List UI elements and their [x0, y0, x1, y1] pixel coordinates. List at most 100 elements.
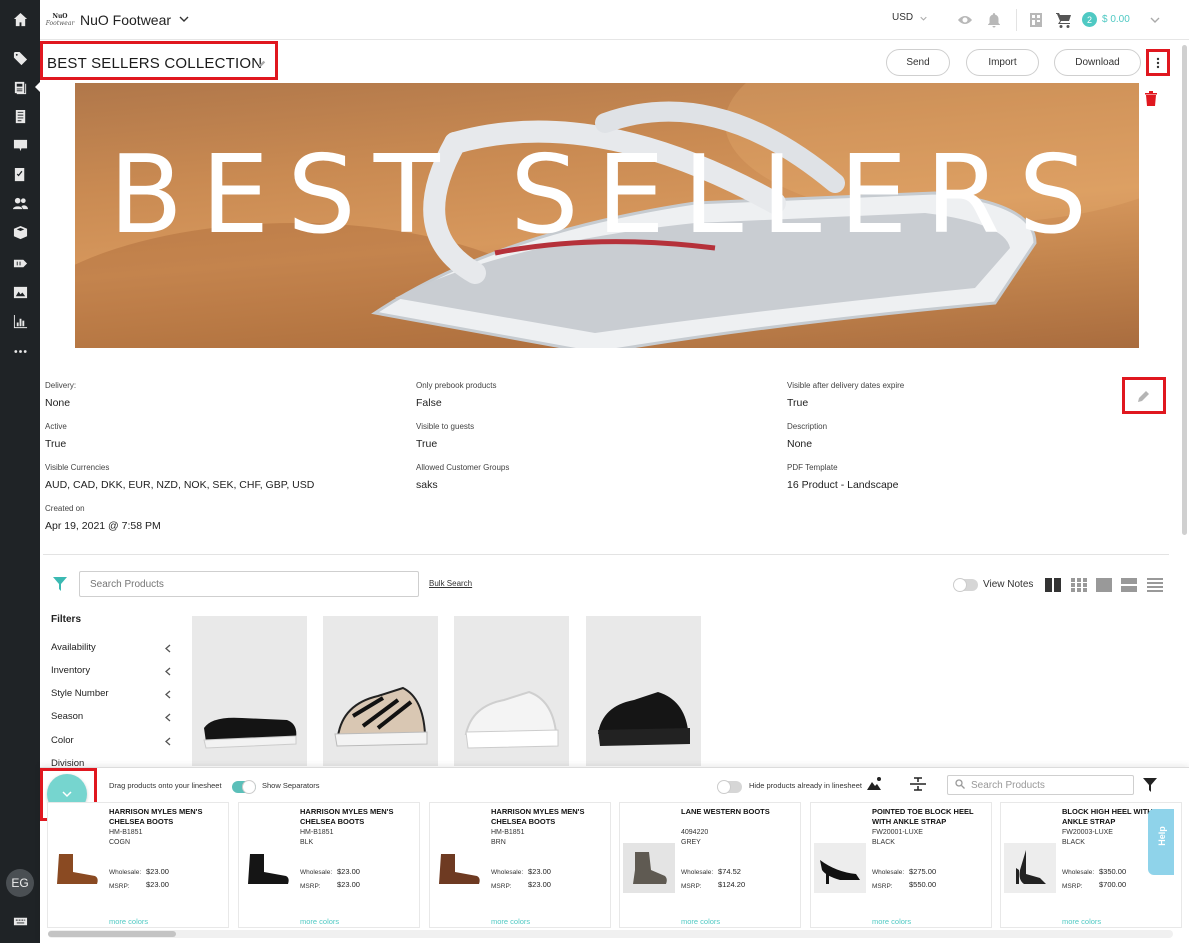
drawer-product-card[interactable]: POINTED TOE BLOCK HEEL WITH ANKLE STRAP … [810, 802, 992, 928]
drawer-product-card[interactable]: LANE WESTERN BOOTS 4094220 GREY Wholesal… [619, 802, 801, 928]
hide-in-linesheet-label: Hide products already in linesheet [749, 781, 862, 790]
media-icon[interactable] [10, 282, 30, 302]
filter-color[interactable]: Color [51, 735, 74, 746]
linesheet-icon[interactable] [10, 77, 40, 97]
filter-style-number[interactable]: Style Number [51, 688, 109, 699]
drawer-product-card[interactable]: HARRISON MYLES MEN'S CHELSEA BOOTS HM-B1… [47, 802, 229, 928]
two-column-view-icon[interactable] [1045, 578, 1061, 592]
filter-season[interactable]: Season [51, 711, 83, 722]
product-thumbnail [433, 843, 485, 893]
currency-select[interactable]: USD [892, 12, 913, 23]
card-name: HARRISON MYLES MEN'S CHELSEA BOOTS [300, 807, 394, 826]
filter-availability[interactable]: Availability [51, 642, 96, 653]
card-style: HM-B1851 [109, 829, 143, 836]
drawer-horizontal-scrollbar[interactable] [48, 930, 1173, 938]
chevron-down-icon[interactable] [1150, 15, 1160, 25]
keyboard-icon[interactable] [10, 911, 30, 931]
only-prebook-label: Only prebook products [416, 381, 497, 390]
orders-check-icon[interactable] [10, 164, 30, 184]
send-button[interactable]: Send [886, 49, 950, 76]
store-icon[interactable] [1028, 12, 1044, 28]
drawer-product-card[interactable]: HARRISON MYLES MEN'S CHELSEA BOOTS HM-B1… [429, 802, 611, 928]
grid-view-icon[interactable] [1071, 578, 1087, 592]
single-view-icon[interactable] [1096, 578, 1112, 592]
more-colors-link[interactable]: more colors [872, 917, 911, 926]
wholesale-value: $275.00 [909, 867, 937, 876]
card-name: HARRISON MYLES MEN'S CHELSEA BOOTS [109, 807, 203, 826]
brand-logo[interactable]: NuO Footwear [46, 7, 75, 33]
chevron-left-icon[interactable] [164, 644, 171, 653]
chevron-down-icon[interactable] [920, 15, 927, 22]
msrp-value: $124.20 [718, 880, 746, 889]
product-image[interactable] [454, 616, 569, 766]
brand-name[interactable]: NuO Footwear [80, 12, 171, 28]
chevron-left-icon[interactable] [164, 667, 171, 676]
filter-icon[interactable] [1143, 778, 1157, 792]
created-on-value: Apr 19, 2021 @ 7:58 PM [45, 520, 161, 532]
more-colors-link[interactable]: more colors [1062, 917, 1101, 926]
card-color: GREY [681, 839, 701, 846]
image-toggle-icon[interactable] [867, 776, 884, 790]
help-tab[interactable]: Help [1148, 809, 1174, 875]
separator-icon[interactable] [910, 777, 926, 791]
list-view-icon[interactable] [1147, 578, 1163, 592]
product-image[interactable] [323, 616, 438, 766]
page-vertical-scrollbar[interactable] [1180, 0, 1189, 560]
msrp-label: MSRP: [1062, 883, 1083, 890]
cart-icon[interactable] [1056, 12, 1072, 28]
product-thumbnail [242, 843, 294, 893]
black-sneaker-image [598, 692, 690, 746]
more-colors-link[interactable]: more colors [491, 917, 530, 926]
product-image[interactable] [586, 616, 701, 766]
filter-inventory[interactable]: Inventory [51, 665, 90, 676]
wholesale-label: Wholesale: [300, 869, 333, 876]
show-separators-toggle[interactable] [232, 780, 256, 794]
more-icon[interactable] [10, 341, 30, 361]
msrp-label: MSRP: [109, 883, 130, 890]
pencil-icon[interactable] [258, 60, 266, 68]
more-colors-link[interactable]: more colors [109, 917, 148, 926]
import-button[interactable]: Import [966, 49, 1039, 76]
bell-icon[interactable] [986, 12, 1002, 28]
inventory-box-icon[interactable] [10, 222, 30, 242]
kebab-icon [1156, 57, 1160, 68]
collection-banner[interactable]: BEST SELLERS [75, 83, 1139, 348]
presentation-icon[interactable] [10, 135, 30, 155]
catalog-icon[interactable] [10, 106, 30, 126]
trash-icon[interactable] [1144, 91, 1158, 106]
eye-icon[interactable] [957, 12, 973, 28]
download-button[interactable]: Download [1054, 49, 1141, 76]
chevron-down-icon[interactable] [179, 14, 189, 24]
help-label: Help [1156, 826, 1167, 846]
bulk-search-link[interactable]: Bulk Search [429, 579, 472, 588]
more-colors-link[interactable]: more colors [300, 917, 339, 926]
page-title[interactable]: BEST SELLERS COLLECTION [47, 55, 262, 72]
scrollbar-thumb[interactable] [48, 931, 176, 937]
view-notes-toggle[interactable] [953, 578, 978, 592]
msrp-value: $23.00 [337, 880, 360, 889]
hide-in-linesheet-toggle[interactable] [717, 780, 742, 794]
msrp-value: $550.00 [909, 880, 937, 889]
visible-currencies-label: Visible Currencies [45, 463, 110, 472]
customers-icon[interactable] [10, 193, 30, 213]
drawer-product-card[interactable]: HARRISON MYLES MEN'S CHELSEA BOOTS HM-B1… [238, 802, 420, 928]
more-colors-link[interactable]: more colors [681, 917, 720, 926]
top-bar: NuO Footwear NuO Footwear USD 2 $ 0.00 [40, 0, 1189, 40]
chevron-left-icon[interactable] [164, 713, 171, 722]
scrollbar-thumb[interactable] [1182, 45, 1187, 535]
row-view-icon[interactable] [1121, 578, 1137, 592]
filter-icon[interactable] [53, 577, 67, 591]
edit-details-button[interactable] [1122, 377, 1166, 414]
allowed-groups-value: saks [416, 479, 438, 491]
user-avatar[interactable]: EG [6, 869, 34, 897]
tag-icon[interactable] [10, 48, 30, 68]
promotions-icon[interactable] [10, 253, 30, 273]
chevron-left-icon[interactable] [164, 737, 171, 746]
card-color: BLK [300, 839, 314, 846]
more-actions-button[interactable] [1146, 49, 1170, 76]
product-search-input[interactable] [79, 571, 419, 597]
reports-chart-icon[interactable] [10, 311, 30, 331]
chevron-left-icon[interactable] [164, 690, 171, 699]
product-image[interactable] [192, 616, 307, 766]
home-icon[interactable] [10, 9, 30, 29]
